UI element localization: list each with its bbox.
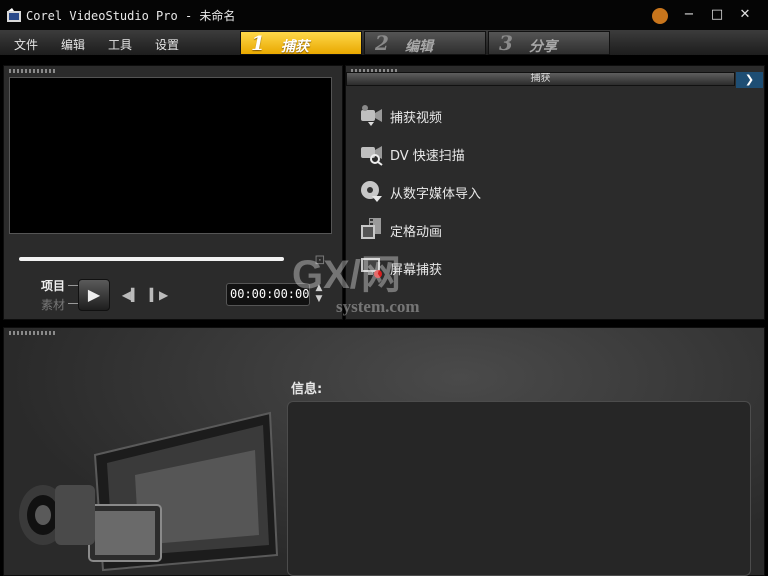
dv-scan-icon [361, 146, 383, 166]
title-bar: Corel VideoStudio Pro - 未命名 − □ ✕ [0, 0, 768, 30]
mode-connector [68, 285, 78, 286]
next-frame-button[interactable]: ▍▶ [148, 286, 170, 304]
preview-window [9, 77, 332, 234]
mode-project-label[interactable]: 项目 [41, 277, 65, 294]
video-camera-icon [361, 105, 382, 126]
watermark-big-text: GX/网 [292, 253, 401, 297]
maximize-button[interactable]: □ [706, 5, 728, 25]
capture-panel-header: 捕获 [346, 72, 735, 86]
info-label: 信息: [291, 382, 323, 397]
option-stop-motion[interactable]: 定格动画 [356, 214, 556, 244]
app-logo-icon [7, 8, 21, 22]
step-label: 分享 [529, 39, 557, 55]
menu-bar: 文件 编辑 工具 设置 1 捕获 2 编辑 3 分享 [0, 30, 768, 56]
minimize-button[interactable]: − [678, 5, 700, 25]
option-dv-quick-scan[interactable]: DV 快速扫描 [356, 138, 556, 168]
camera-monitor-illustration-icon [19, 411, 279, 572]
option-label: 定格动画 [390, 225, 443, 240]
menu-tools[interactable]: 工具 [108, 36, 132, 53]
panel-grip[interactable] [9, 69, 55, 73]
step-number: 1 [251, 31, 265, 55]
option-import-digital-media[interactable]: 从数字媒体导入 [356, 176, 556, 206]
mode-connector [68, 303, 78, 304]
panel-grip[interactable] [9, 331, 55, 335]
menu-settings[interactable]: 设置 [155, 36, 179, 53]
option-label: 捕获视频 [390, 111, 443, 126]
corel-guide-icon[interactable] [652, 8, 668, 24]
menu-edit[interactable]: 编辑 [61, 36, 85, 53]
menu-file[interactable]: 文件 [14, 36, 38, 53]
collapse-chevron-icon[interactable]: ❯ [736, 72, 763, 88]
disc-import-icon [361, 181, 382, 202]
watermark-small-text: system.com [336, 297, 420, 316]
watermark: GX/网 system.com [292, 253, 420, 316]
step-number: 3 [499, 31, 513, 55]
play-button[interactable]: ▶ [78, 279, 110, 311]
step-label: 捕获 [281, 39, 309, 55]
option-label: 从数字媒体导入 [390, 187, 482, 202]
step-edit-tab[interactable]: 2 编辑 [364, 31, 486, 55]
stop-motion-icon [361, 218, 381, 239]
option-capture-video[interactable]: 捕获视频 [356, 100, 556, 130]
step-share-tab[interactable]: 3 分享 [488, 31, 610, 55]
option-label: DV 快速扫描 [390, 149, 465, 164]
step-label: 编辑 [405, 39, 433, 55]
close-button[interactable]: ✕ [734, 5, 756, 25]
step-number: 2 [375, 31, 389, 55]
mode-clip-label[interactable]: 素材 [41, 296, 65, 313]
window-title: Corel VideoStudio Pro - 未命名 [26, 9, 236, 23]
step-capture-tab[interactable]: 1 捕获 [240, 31, 362, 55]
info-box [287, 401, 751, 576]
timeline-scrubber[interactable] [19, 257, 284, 261]
previous-frame-button[interactable]: ◀▍ [120, 286, 142, 304]
